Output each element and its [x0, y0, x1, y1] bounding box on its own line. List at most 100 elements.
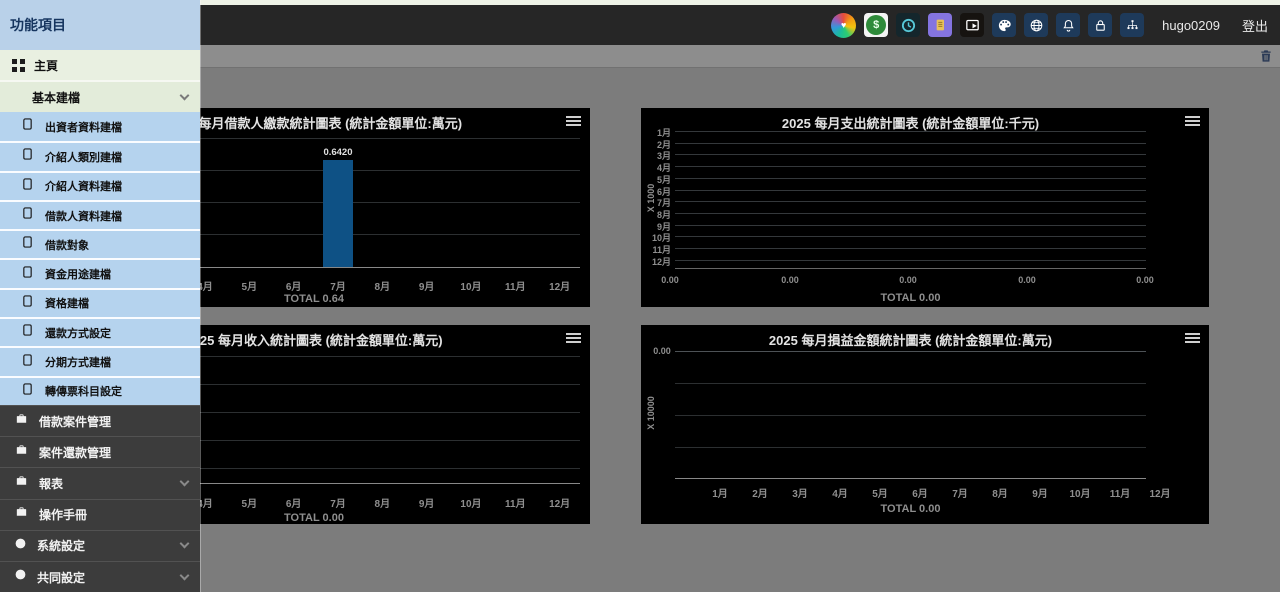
- chevron-down-icon: [180, 539, 190, 549]
- sidebar-item[interactable]: 借款案件管理: [0, 405, 200, 436]
- x-tick-label: 5月: [872, 485, 888, 500]
- app-logo-icon[interactable]: ♥: [831, 13, 856, 38]
- clipboard-icon: [22, 382, 33, 401]
- sidebar-subitem[interactable]: 借款人資料建檔: [0, 200, 200, 229]
- bell-icon[interactable]: [1056, 13, 1080, 37]
- x-tick-label: 6月: [912, 485, 928, 500]
- y-tick-label: 12月: [643, 255, 671, 268]
- sidebar-title: 功能項目: [0, 0, 200, 50]
- sidebar-item[interactable]: 系統設定: [0, 530, 200, 561]
- globe-icon[interactable]: [1024, 13, 1048, 37]
- x-axis-line: [675, 268, 1146, 269]
- lock-icon[interactable]: [1088, 13, 1112, 37]
- gridline: [675, 260, 1146, 261]
- sidebar-item-label: 系統設定: [37, 537, 181, 554]
- x-tick-label: 6月: [286, 278, 302, 293]
- sidebar-subitem[interactable]: 分期方式建檔: [0, 346, 200, 375]
- chevron-down-icon: [180, 570, 190, 580]
- x-tick-label: 6月: [286, 495, 302, 510]
- gridline: [675, 415, 1146, 416]
- screen-icon[interactable]: [960, 13, 984, 37]
- sidebar-subitem[interactable]: 借款對象: [0, 229, 200, 258]
- gridline: [675, 154, 1146, 155]
- gridline: [675, 131, 1146, 132]
- x-axis-line: [675, 478, 1146, 479]
- sidebar-item[interactable]: 共同設定: [0, 561, 200, 592]
- chart-total: TOTAL 0.00: [284, 512, 344, 524]
- sidebar-subitem-label: 還款方式設定: [45, 325, 111, 341]
- briefcase-icon: [14, 412, 29, 431]
- sidebar-subitem[interactable]: 介紹人類別建檔: [0, 141, 200, 170]
- sidebar-group-basic-setup[interactable]: 基本建檔: [0, 82, 200, 112]
- sidebar-submenu: 出資者資料建檔介紹人類別建檔介紹人資料建檔借款人資料建檔借款對象資金用途建檔資格…: [0, 112, 200, 405]
- y-tick-label: 0.00: [653, 346, 671, 356]
- sidebar-subitem-label: 資格建檔: [45, 295, 89, 311]
- trash-icon[interactable]: [1258, 48, 1274, 64]
- gridline: [675, 213, 1146, 214]
- sidebar-item[interactable]: 操作手冊: [0, 499, 200, 530]
- briefcase-icon: [14, 474, 29, 493]
- clipboard-icon: [22, 323, 33, 342]
- gridline: [675, 190, 1146, 191]
- x-tick-label: 11月: [1110, 485, 1131, 500]
- logout-button[interactable]: 登出: [1242, 16, 1268, 35]
- x-tick-label: 12月: [549, 278, 570, 293]
- hamburger-icon[interactable]: [1185, 116, 1200, 128]
- scroll-icon[interactable]: [928, 13, 952, 37]
- sidebar-item-label: 案件還款管理: [39, 444, 188, 461]
- clipboard-icon: [22, 294, 33, 313]
- sidebar-subitem-label: 介紹人類別建檔: [45, 149, 122, 165]
- sitemap-icon[interactable]: [1120, 13, 1144, 37]
- gridline: [675, 225, 1146, 226]
- sidebar-subitem[interactable]: 介紹人資料建檔: [0, 171, 200, 200]
- clipboard-icon: [22, 265, 33, 284]
- gridline: [675, 201, 1146, 202]
- finance-logo-icon[interactable]: $: [864, 13, 888, 37]
- y-axis-title: X 10000: [646, 396, 656, 430]
- x-tick-label: 8月: [375, 495, 391, 510]
- x-tick-label: 4月: [832, 485, 848, 500]
- sidebar-item-label: 共同設定: [37, 569, 181, 586]
- sidebar-item-label: 借款案件管理: [39, 413, 188, 430]
- sidebar-group-label: 基本建檔: [32, 89, 181, 106]
- gridline: [675, 143, 1146, 144]
- sidebar-subitem[interactable]: 出資者資料建檔: [0, 112, 200, 141]
- sphere-icon: [14, 568, 27, 586]
- x-tick-label: 9月: [1032, 485, 1048, 500]
- sidebar-subitem[interactable]: 資格建檔: [0, 288, 200, 317]
- sidebar-item[interactable]: 案件還款管理: [0, 436, 200, 467]
- chart-panel-expense: 2025 每月支出統計圖表 (統計金額單位:千元) TOTAL 0.00 1月2…: [641, 108, 1209, 307]
- sidebar-item-label: 報表: [39, 475, 181, 492]
- clipboard-icon: [22, 235, 33, 254]
- x-tick-label: 8月: [375, 278, 391, 293]
- sidebar-subitem-label: 介紹人資料建檔: [45, 178, 122, 194]
- clock-icon[interactable]: [896, 13, 920, 37]
- sidebar-subitem[interactable]: 轉傳票科目設定: [0, 376, 200, 405]
- palette-icon[interactable]: [992, 13, 1016, 37]
- hamburger-icon[interactable]: [566, 333, 581, 345]
- x-tick-label: 9月: [419, 278, 435, 293]
- gridline: [675, 447, 1146, 448]
- gridline: [675, 166, 1146, 167]
- chart-total: TOTAL 0.00: [881, 292, 941, 304]
- hamburger-icon[interactable]: [1185, 333, 1200, 345]
- chevron-down-icon: [180, 90, 190, 100]
- sidebar-subitem[interactable]: 資金用途建檔: [0, 258, 200, 287]
- sidebar-subitem-label: 轉傳票科目設定: [45, 383, 122, 399]
- x-tick-label: 9月: [419, 495, 435, 510]
- sidebar-subitem-label: 借款人資料建檔: [45, 208, 122, 224]
- x-tick-label: 3月: [792, 485, 808, 500]
- briefcase-icon: [14, 505, 29, 524]
- sidebar-subitem-label: 借款對象: [45, 237, 89, 253]
- hamburger-icon[interactable]: [566, 116, 581, 128]
- sidebar-subitem[interactable]: 還款方式設定: [0, 317, 200, 346]
- x-tick-label: 7月: [330, 495, 346, 510]
- sidebar-item-home[interactable]: 主頁: [0, 50, 200, 82]
- chart-panel-profit: 2025 每月損益金額統計圖表 (統計金額單位:萬元) TOTAL 0.00 1…: [641, 325, 1209, 524]
- gridline: [675, 383, 1146, 384]
- x-tick-label: 11月: [505, 278, 526, 293]
- sidebar-subitem-label: 出資者資料建檔: [45, 119, 122, 135]
- sidebar-item[interactable]: 報表: [0, 467, 200, 498]
- grid-icon: [12, 59, 25, 72]
- gridline: [675, 178, 1146, 179]
